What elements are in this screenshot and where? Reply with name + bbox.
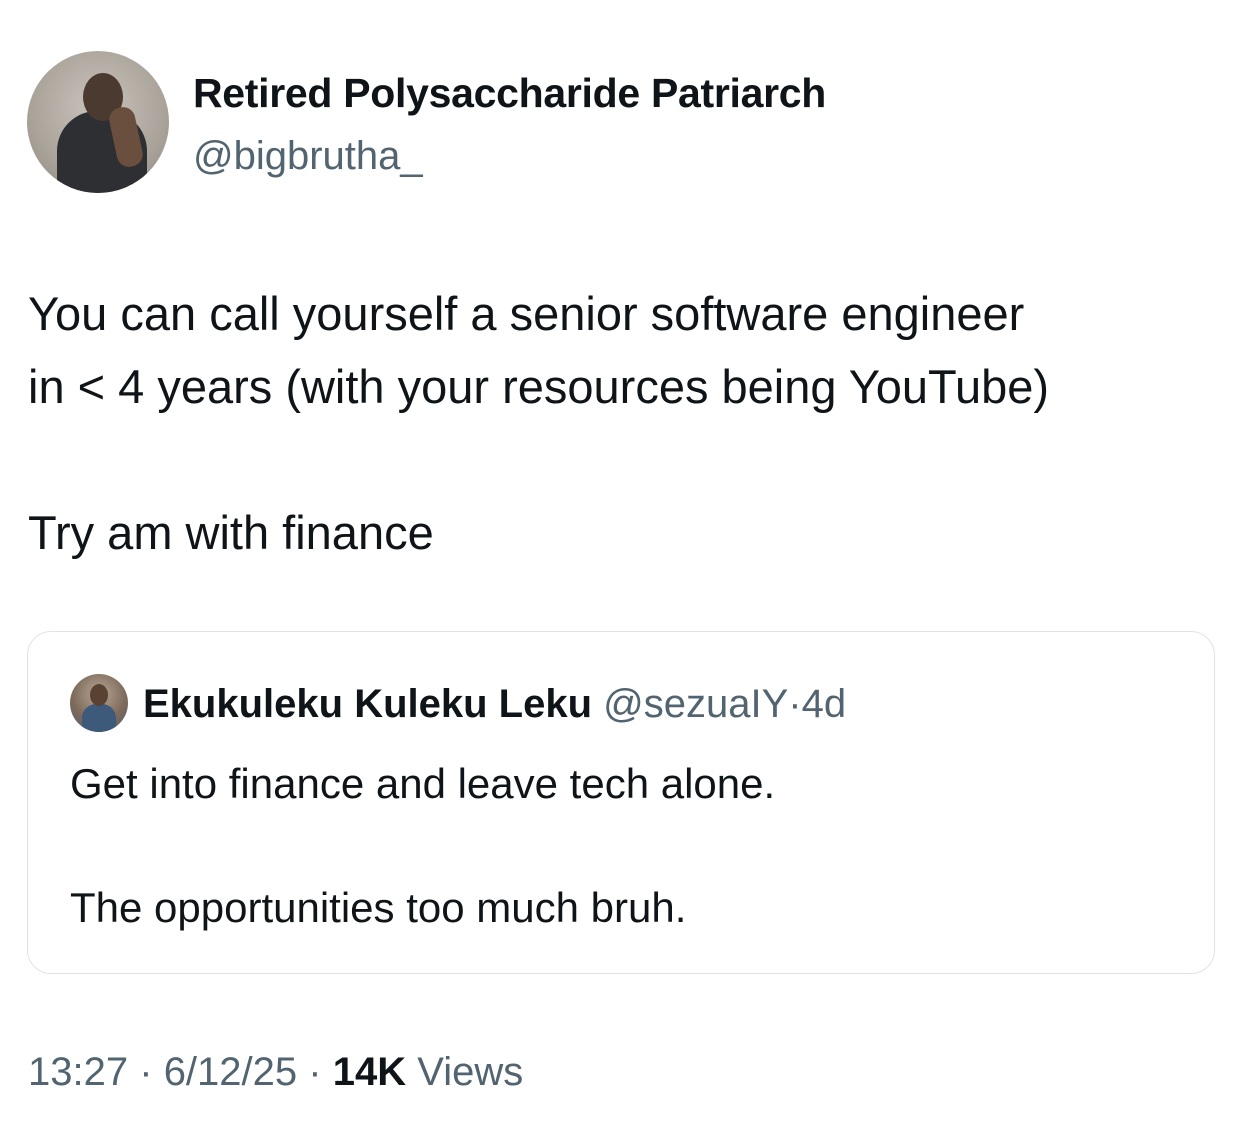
- tweet-date[interactable]: 6/12/25: [164, 1050, 297, 1094]
- quoted-tweet-time[interactable]: 4d: [802, 682, 847, 726]
- tweet-text-line: in < 4 years (with your resources being …: [28, 360, 1050, 413]
- quoted-tweet-text-line: Get into finance and leave tech alone.: [70, 760, 776, 807]
- quoted-tweet-header: Ekukuleku Kuleku Leku @sezuaIY·4d: [143, 682, 846, 727]
- separator-dot: ·: [308, 1050, 322, 1094]
- quoted-tweet-text: Get into finance and leave tech alone. T…: [70, 753, 1190, 939]
- quoted-avatar-figure-head: [90, 684, 108, 706]
- tweet-meta: 13:27 · 6/12/25 · 14K Views: [28, 1050, 523, 1095]
- tweet-time[interactable]: 13:27: [28, 1050, 128, 1094]
- quoted-author-avatar[interactable]: [70, 674, 128, 732]
- quoted-avatar-figure-body: [82, 704, 116, 732]
- separator-dot: ·: [788, 682, 802, 726]
- quoted-tweet-text-line: The opportunities too much bruh.: [70, 884, 687, 931]
- tweet: Retired Polysaccharide Patriarch @bigbru…: [0, 0, 1242, 1122]
- quoted-tweet-card[interactable]: Ekukuleku Kuleku Leku @sezuaIY·4d Get in…: [27, 631, 1215, 974]
- tweet-text-line: You can call yourself a senior software …: [28, 287, 1025, 340]
- author-handle[interactable]: @bigbrutha_: [193, 134, 423, 179]
- tweet-text: You can call yourself a senior software …: [28, 277, 1218, 569]
- author-avatar[interactable]: [27, 51, 169, 193]
- author-display-name[interactable]: Retired Polysaccharide Patriarch: [193, 70, 826, 117]
- quoted-author-handle[interactable]: @sezuaIY: [603, 682, 788, 726]
- tweet-text-line: Try am with finance: [28, 506, 434, 559]
- separator-dot: ·: [139, 1050, 153, 1094]
- quoted-author-display-name[interactable]: Ekukuleku Kuleku Leku: [143, 682, 592, 726]
- views-count[interactable]: 14K: [333, 1050, 406, 1094]
- views-label[interactable]: Views: [417, 1050, 523, 1094]
